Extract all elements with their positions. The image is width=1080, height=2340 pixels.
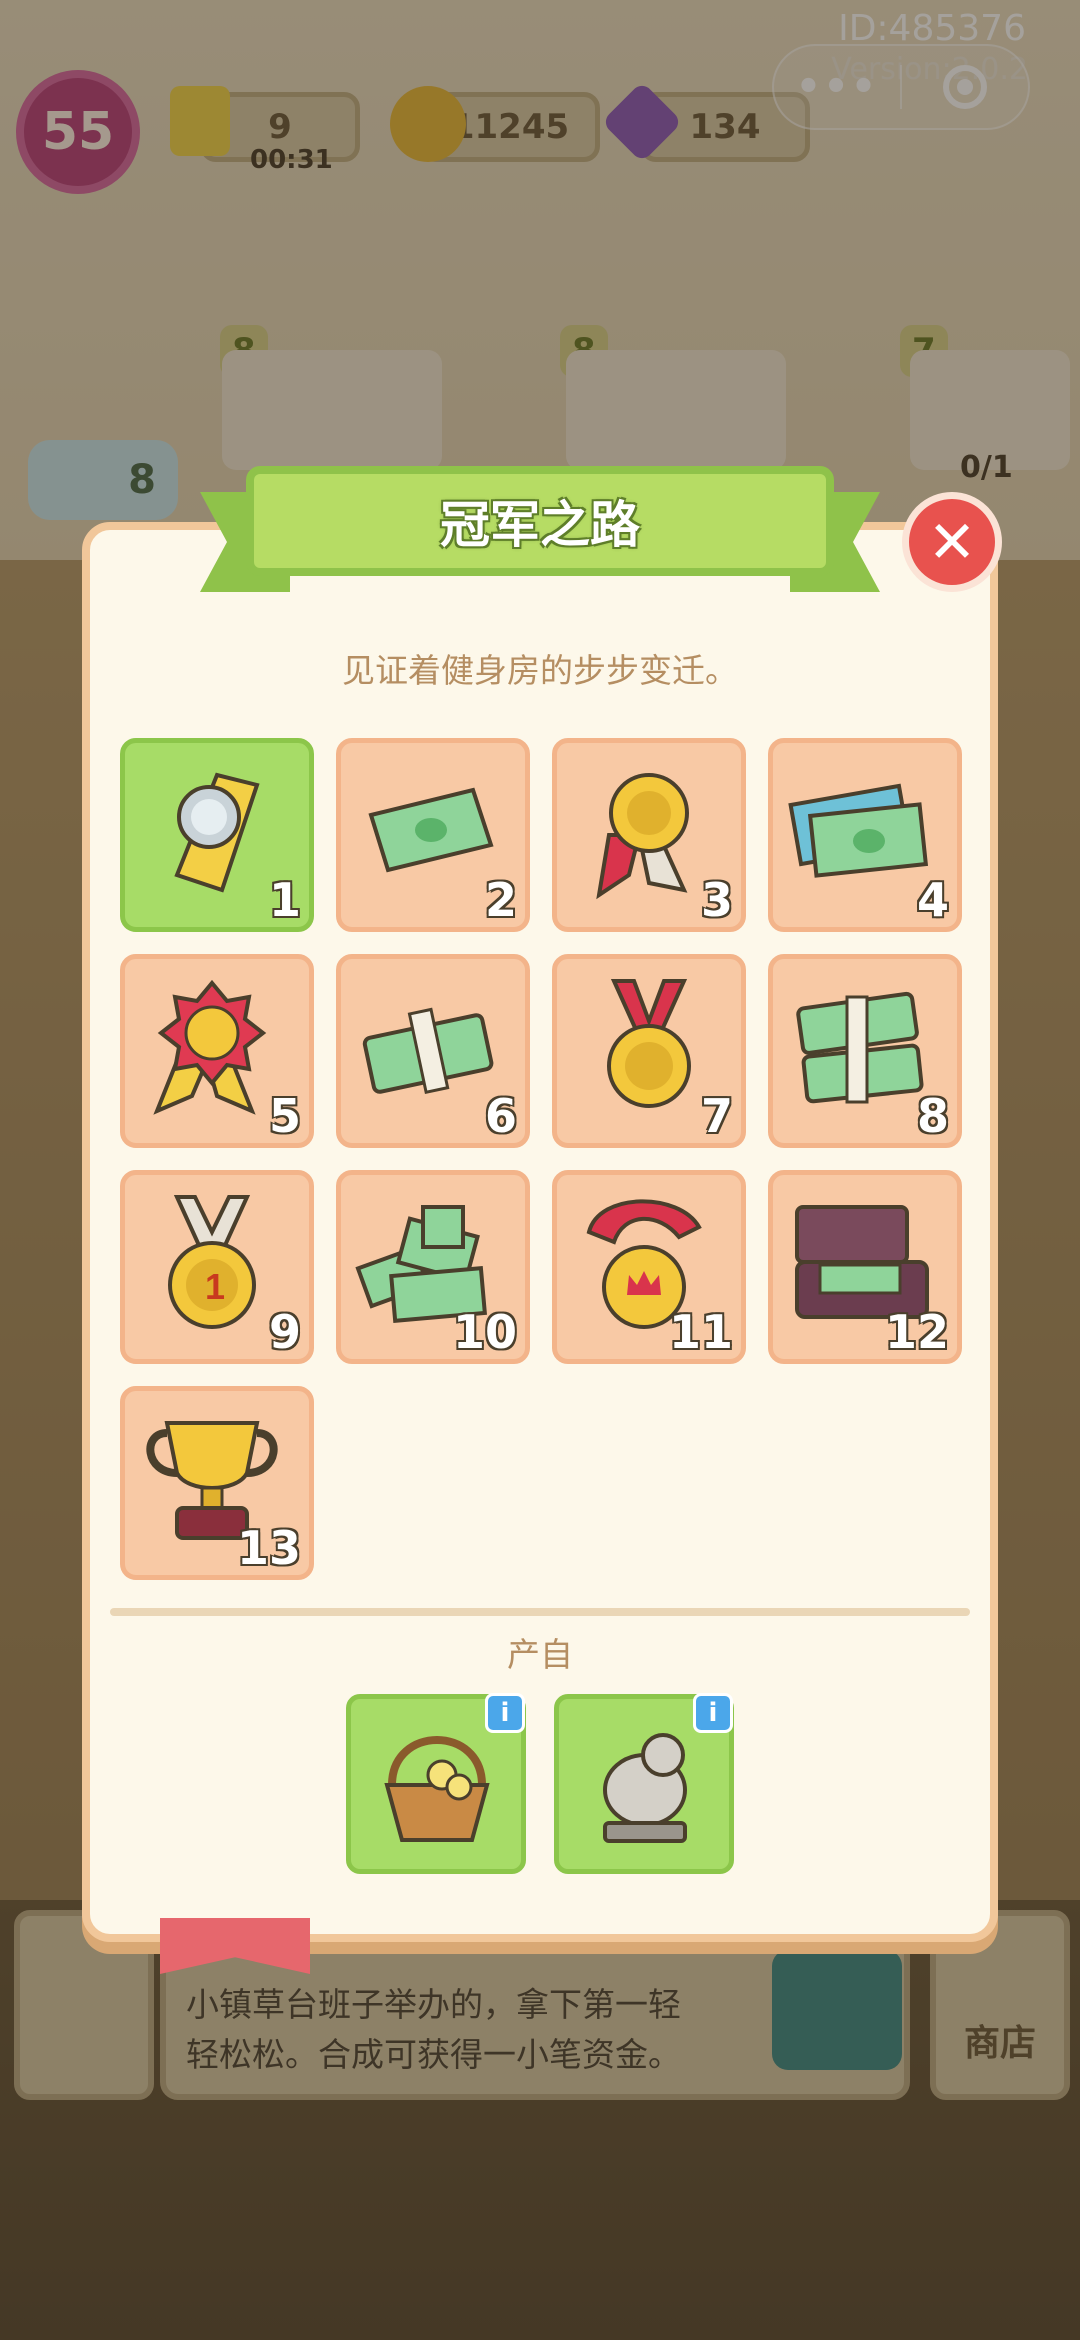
item-level: 5 bbox=[268, 1089, 301, 1143]
chain-item-4[interactable]: 4 bbox=[768, 738, 962, 932]
chain-item-12[interactable]: 12 bbox=[768, 1170, 962, 1364]
source-item-statue[interactable]: i bbox=[554, 1693, 734, 1874]
chain-item-8[interactable]: 8 bbox=[768, 954, 962, 1148]
cash-pile-icon bbox=[788, 783, 929, 878]
close-icon: ✕ bbox=[927, 508, 977, 576]
flower-basket-icon bbox=[384, 1736, 490, 1842]
item-level: 8 bbox=[916, 1089, 949, 1143]
stone-statue-icon bbox=[603, 1733, 687, 1843]
cash-stack-icon bbox=[796, 991, 924, 1104]
source-item-basket[interactable]: i bbox=[346, 1693, 526, 1874]
chain-item-7[interactable]: 7 bbox=[552, 954, 746, 1148]
chain-item-5[interactable]: 5 bbox=[120, 954, 314, 1148]
item-level: 9 bbox=[268, 1305, 301, 1359]
item-level: 3 bbox=[700, 873, 733, 927]
item-level: 2 bbox=[484, 873, 517, 927]
rosette-medal-icon bbox=[153, 979, 267, 1115]
item-level: 11 bbox=[668, 1305, 733, 1359]
silver-medal-ribbon-icon bbox=[174, 772, 260, 893]
gold-medal-1-icon: 1 bbox=[168, 1195, 256, 1329]
chain-item-2[interactable]: 2 bbox=[336, 738, 530, 932]
cash-bundle-icon bbox=[362, 1007, 494, 1095]
item-level: 4 bbox=[916, 873, 949, 927]
item-level: 6 bbox=[484, 1089, 517, 1143]
chain-item-9[interactable]: 1 9 bbox=[120, 1170, 314, 1364]
cash-note-icon bbox=[368, 787, 494, 873]
chain-item-11[interactable]: 11 bbox=[552, 1170, 746, 1364]
gold-medal-icon bbox=[607, 979, 691, 1108]
svg-text:1: 1 bbox=[205, 1266, 225, 1307]
dialog-subtitle: 见证着健身房的步步变迁。 bbox=[342, 651, 738, 690]
source-section-title: 产自 bbox=[507, 1635, 573, 1674]
gold-ribbon-badge-icon bbox=[596, 773, 689, 900]
chain-item-3[interactable]: 3 bbox=[552, 738, 746, 932]
section-divider bbox=[110, 1608, 970, 1616]
chain-item-1[interactable]: 1 bbox=[120, 738, 314, 932]
item-level: 7 bbox=[700, 1089, 733, 1143]
chain-item-6[interactable]: 6 bbox=[336, 954, 530, 1148]
item-level: 1 bbox=[268, 873, 301, 927]
item-level: 13 bbox=[236, 1521, 301, 1575]
item-level: 12 bbox=[884, 1305, 949, 1359]
chain-item-10[interactable]: 10 bbox=[336, 1170, 530, 1364]
info-icon[interactable]: i bbox=[485, 1693, 525, 1733]
dialog-title: 冠军之路 bbox=[440, 496, 640, 554]
chain-item-13[interactable]: 13 bbox=[120, 1386, 314, 1580]
info-icon[interactable]: i bbox=[693, 1693, 733, 1733]
item-level: 10 bbox=[452, 1305, 517, 1359]
close-button[interactable]: ✕ bbox=[902, 492, 1002, 592]
dialog-title-ribbon: 冠军之路 bbox=[246, 466, 834, 576]
